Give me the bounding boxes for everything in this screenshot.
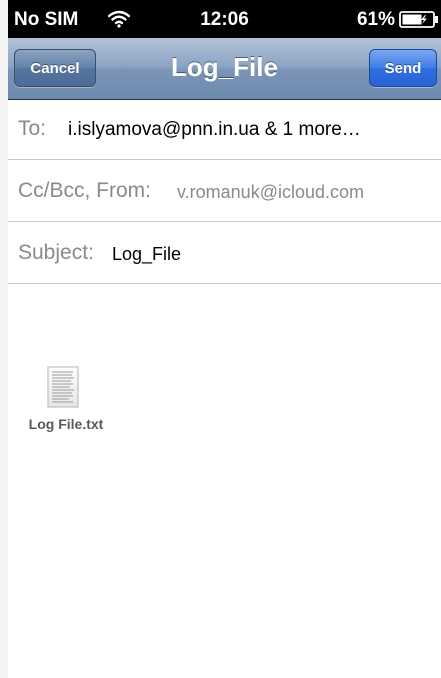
- subject-field[interactable]: Subject: Log_File: [8, 223, 441, 284]
- subject-label: Subject:: [18, 241, 94, 264]
- to-field[interactable]: To: i.islyamova@pnn.in.ua & 1 more…: [8, 99, 441, 160]
- cc-bcc-from-label: Cc/Bcc, From:: [18, 179, 152, 202]
- page: No SIM 12:06 61% Cancel Log_File Send To…: [0, 0, 441, 678]
- send-button[interactable]: Send: [369, 49, 437, 87]
- navigation-bar: Cancel Log_File Send: [8, 38, 441, 100]
- status-bar: No SIM 12:06 61%: [8, 0, 441, 38]
- attachment-file-name: Log File.txt: [28, 416, 104, 432]
- message-body[interactable]: Log File.txt: [8, 285, 441, 678]
- to-label: To:: [18, 117, 47, 140]
- mail-compose-screen: No SIM 12:06 61% Cancel Log_File Send To…: [8, 0, 441, 678]
- to-recipients[interactable]: i.islyamova@pnn.in.ua & 1 more…: [68, 119, 361, 141]
- subject-input[interactable]: Log_File: [112, 244, 181, 265]
- cc-bcc-from-field[interactable]: Cc/Bcc, From: v.romanuk@icloud.com: [8, 161, 441, 222]
- text-file-icon: [47, 366, 79, 408]
- battery-percent: 61%: [356, 9, 395, 30]
- attachment[interactable]: Log File.txt: [16, 366, 116, 436]
- battery-icon: [399, 11, 438, 28]
- from-address[interactable]: v.romanuk@icloud.com: [177, 182, 364, 203]
